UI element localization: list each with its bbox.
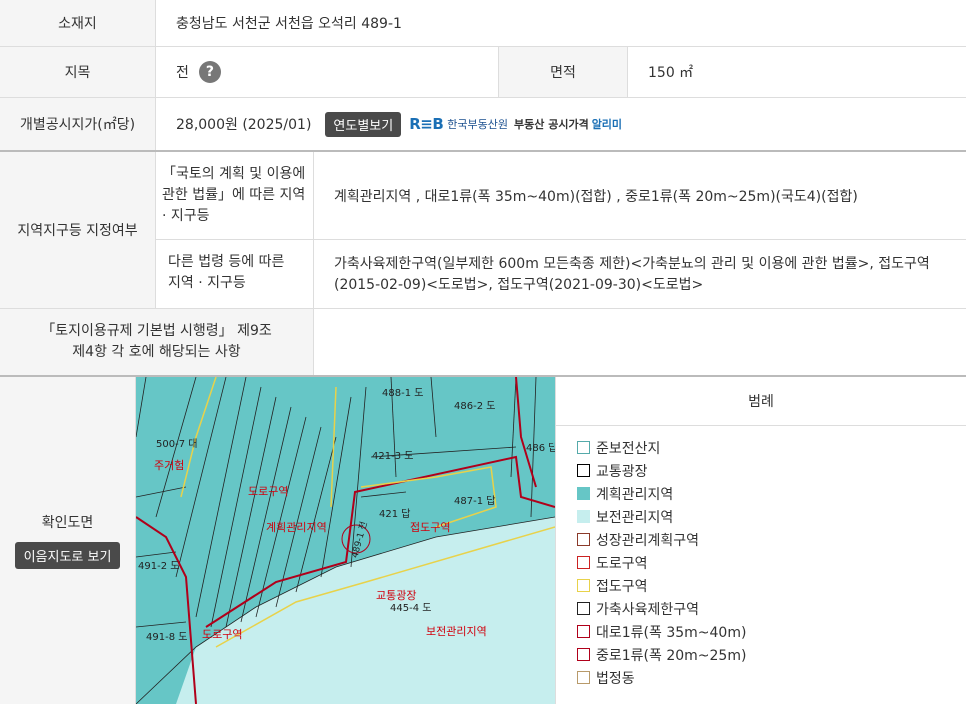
map-label-road-zone-2: 도로구역 [202, 628, 243, 641]
zoning-sub1-label: 「국토의 계획 및 이용에 관한 법률」에 따른 지역 · 지구등 [156, 152, 314, 240]
legend-item: 접도구역 [577, 574, 966, 597]
map-label-jeopdo: 접도구역 [410, 521, 451, 534]
legend-label: 중로1류(폭 20m~25m) [596, 647, 747, 664]
legend-item: 성장관리계획구역 [577, 528, 966, 551]
legend-list: 준보전산지교통광장계획관리지역보전관리지역성장관리계획구역도로구역접도구역가축사… [556, 426, 966, 689]
cadastral-map[interactable]: 500-7 대 주거험 488-1 도 486-2 도 486 답 421-3 … [136, 377, 555, 704]
map-row: 확인도면 이음지도로 보기 500-7 대 주거험 488-1 도 486-2 … [0, 377, 966, 704]
location-label: 소재지 [0, 0, 156, 46]
jimok-value: 전 [176, 65, 189, 81]
zoning-sub2-value: 가축사육제한구역(일부제한 600m 모든축종 제한)<가축분뇨의 관리 및 이… [334, 255, 930, 293]
legend-label: 가축사육제한구역 [596, 601, 700, 618]
legend-item: 보전관리지역 [577, 505, 966, 528]
legend-item: 계획관리지역 [577, 482, 966, 505]
map-label-491-2: 491-2 도 [138, 561, 180, 572]
map-label-486: 486 답 [526, 443, 555, 454]
enforcement-label: 「토지이용규제 기본법 시행령」 제9조 제4항 각 호에 해당되는 사항 [0, 309, 314, 375]
legend-panel: 범례 준보전산지교통광장계획관리지역보전관리지역성장관리계획구역도로구역접도구역… [555, 377, 966, 704]
legend-label: 계획관리지역 [596, 486, 674, 503]
legend-label: 교통광장 [596, 463, 648, 480]
area-value: 150 ㎡ [648, 65, 694, 81]
legend-swatch [577, 579, 590, 592]
location-value: 충청남도 서천군 서천읍 오석리 489-1 [176, 16, 402, 32]
map-label-488-1: 488-1 도 [382, 388, 424, 399]
zoning-sub2-label: 다른 법령 등에 따른 지역 · 지구등 [156, 240, 314, 309]
map-label: 확인도면 [41, 515, 94, 531]
legend-swatch [577, 648, 590, 661]
legend-item: 도로구역 [577, 551, 966, 574]
map-label-487-1: 487-1 답 [454, 496, 496, 507]
price-cell: 28,000원 (2025/01) 연도별보기 R≡B 한국부동산원 부동산 공… [176, 98, 966, 150]
map-label-421: 421 답 [379, 509, 411, 520]
reb-logo: R≡B [409, 115, 444, 133]
legend-swatch [577, 533, 590, 546]
legend-swatch [577, 441, 590, 454]
map-label-road-zone-1: 도로구역 [248, 485, 289, 498]
legend-label: 성장관리계획구역 [596, 532, 700, 549]
map-label-491-8: 491-8 도 [146, 632, 188, 643]
area-label: 면적 [498, 47, 628, 97]
price-row: 개별공시지가(㎡당) 28,000원 (2025/01) 연도별보기 R≡B 한… [0, 98, 966, 152]
reb-name: 한국부동산원 [447, 118, 509, 131]
legend-label: 도로구역 [596, 555, 648, 572]
legend-swatch [577, 671, 590, 684]
legend-label: 법정동 [596, 670, 635, 687]
legend-label: 접도구역 [596, 578, 648, 595]
legend-swatch [577, 487, 590, 500]
enforcement-value [334, 309, 966, 375]
map-label-juger: 주거험 [154, 459, 185, 472]
reb-service-highlight: 알리미 [591, 118, 623, 131]
map-graphic [136, 377, 555, 704]
legend-swatch [577, 510, 590, 523]
map-label-plan-zone: 계획관리지역 [266, 521, 327, 534]
location-row: 소재지 충청남도 서천군 서천읍 오석리 489-1 [0, 0, 966, 47]
legend-item: 대로1류(폭 35m~40m) [577, 620, 966, 643]
legend-swatch [577, 556, 590, 569]
reb-service: 부동산 공시가격 [514, 118, 589, 131]
legend-swatch [577, 625, 590, 638]
map-label-500-7: 500-7 대 [156, 439, 198, 450]
legend-item: 가축사육제한구역 [577, 597, 966, 620]
yearly-view-button[interactable]: 연도별보기 [325, 111, 402, 137]
jimok-cell: 전 ? [176, 47, 498, 97]
jimok-label: 지목 [0, 47, 156, 97]
map-label-conserve: 보전관리지역 [426, 625, 487, 638]
map-label-486-2: 486-2 도 [454, 401, 496, 412]
legend-label: 준보전산지 [596, 440, 661, 457]
price-value: 28,000원 (2025/01) [176, 117, 312, 133]
legend-item: 교통광장 [577, 459, 966, 482]
jimok-row: 지목 전 ? 면적 150 ㎡ [0, 47, 966, 98]
zoning-row: 지역지구등 지정여부 「국토의 계획 및 이용에 관한 법률」에 따른 지역 ·… [0, 152, 966, 309]
legend-title: 범례 [556, 377, 966, 426]
legend-label: 보전관리지역 [596, 509, 674, 526]
legend-swatch [577, 464, 590, 477]
legend-item: 법정동 [577, 666, 966, 689]
help-icon[interactable]: ? [198, 61, 221, 83]
legend-item: 준보전산지 [577, 436, 966, 459]
zoning-sub1-value: 계획관리지역 , 대로1류(폭 35m~40m)(접합) , 중로1류(폭 20… [334, 189, 858, 205]
map-label-445-4: 445-4 도 [390, 603, 432, 614]
reb-link[interactable]: R≡B 한국부동산원 부동산 공시가격 알리미 [409, 115, 622, 133]
enforcement-row: 「토지이용규제 기본법 시행령」 제9조 제4항 각 호에 해당되는 사항 [0, 309, 966, 377]
legend-item: 중로1류(폭 20m~25m) [577, 643, 966, 666]
legend-swatch [577, 602, 590, 615]
eum-map-button[interactable]: 이음지도로 보기 [14, 542, 121, 569]
map-label-cell: 확인도면 이음지도로 보기 [0, 377, 136, 704]
zoning-label: 지역지구등 지정여부 [0, 152, 156, 308]
price-label: 개별공시지가(㎡당) [0, 98, 156, 150]
legend-label: 대로1류(폭 35m~40m) [596, 624, 747, 641]
map-label-421-3: 421-3 도 [372, 451, 414, 462]
